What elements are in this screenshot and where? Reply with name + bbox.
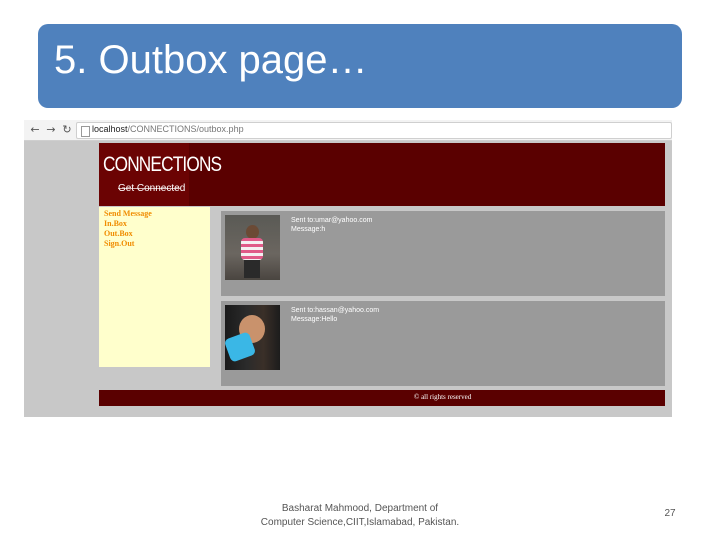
nav-inbox[interactable]: In.Box xyxy=(104,219,152,229)
browser-screenshot: ← → ↻ localhost/CONNECTIONS/outbox.php C… xyxy=(24,120,672,417)
message-recipient: Sent to:umar@yahoo.com xyxy=(291,217,373,224)
message-text: Message:h xyxy=(291,226,326,233)
site-footer: © all rights reserved xyxy=(99,390,665,406)
message-text: Message:Hello xyxy=(291,316,338,323)
nav-outbox[interactable]: Out.Box xyxy=(104,229,152,239)
footer-line-1: Basharat Mahmood, Department of xyxy=(281,503,439,514)
footer-line-2: Computer Science,CIIT,Islamabad, Pakista… xyxy=(260,517,460,528)
recipient-photo xyxy=(225,215,280,280)
slide-number: 27 xyxy=(664,508,676,519)
message-recipient: Sent to:hassan@yahoo.com xyxy=(291,307,380,314)
slide-footer: Basharat Mahmood, Department of Computer… xyxy=(240,502,480,530)
nav-send-message[interactable]: Send Message xyxy=(104,209,152,219)
slide-title: 5. Outbox page… xyxy=(54,38,368,82)
site-logo[interactable]: CONNECTIONS Get Connected xyxy=(99,143,222,206)
address-bar[interactable]: localhost/CONNECTIONS/outbox.php xyxy=(76,122,672,139)
logo-subtitle: Get Connected xyxy=(118,183,186,194)
back-arrow-icon[interactable]: ← xyxy=(28,123,42,137)
reload-icon[interactable]: ↻ xyxy=(60,123,74,137)
slide-title-banner: 5. Outbox page… xyxy=(38,24,682,108)
browser-toolbar: ← → ↻ localhost/CONNECTIONS/outbox.php xyxy=(24,120,672,141)
outbox-message-card: Sent to:umar@yahoo.com Message:h xyxy=(221,211,665,296)
site-header: CONNECTIONS Get Connected xyxy=(99,143,665,206)
page-icon xyxy=(81,126,90,137)
copyright-text: © all rights reserved xyxy=(414,393,472,401)
outbox-message-card: Sent to:hassan@yahoo.com Message:Hello xyxy=(221,301,665,386)
url-text: localhost/CONNECTIONS/outbox.php xyxy=(92,124,244,134)
nav-sign-out[interactable]: Sign.Out xyxy=(104,239,152,249)
logo-title: CONNECTIONS xyxy=(103,153,222,176)
sidebar-nav: Send Message In.Box Out.Box Sign.Out xyxy=(99,207,210,367)
forward-arrow-icon[interactable]: → xyxy=(44,123,58,137)
recipient-photo xyxy=(223,305,280,370)
